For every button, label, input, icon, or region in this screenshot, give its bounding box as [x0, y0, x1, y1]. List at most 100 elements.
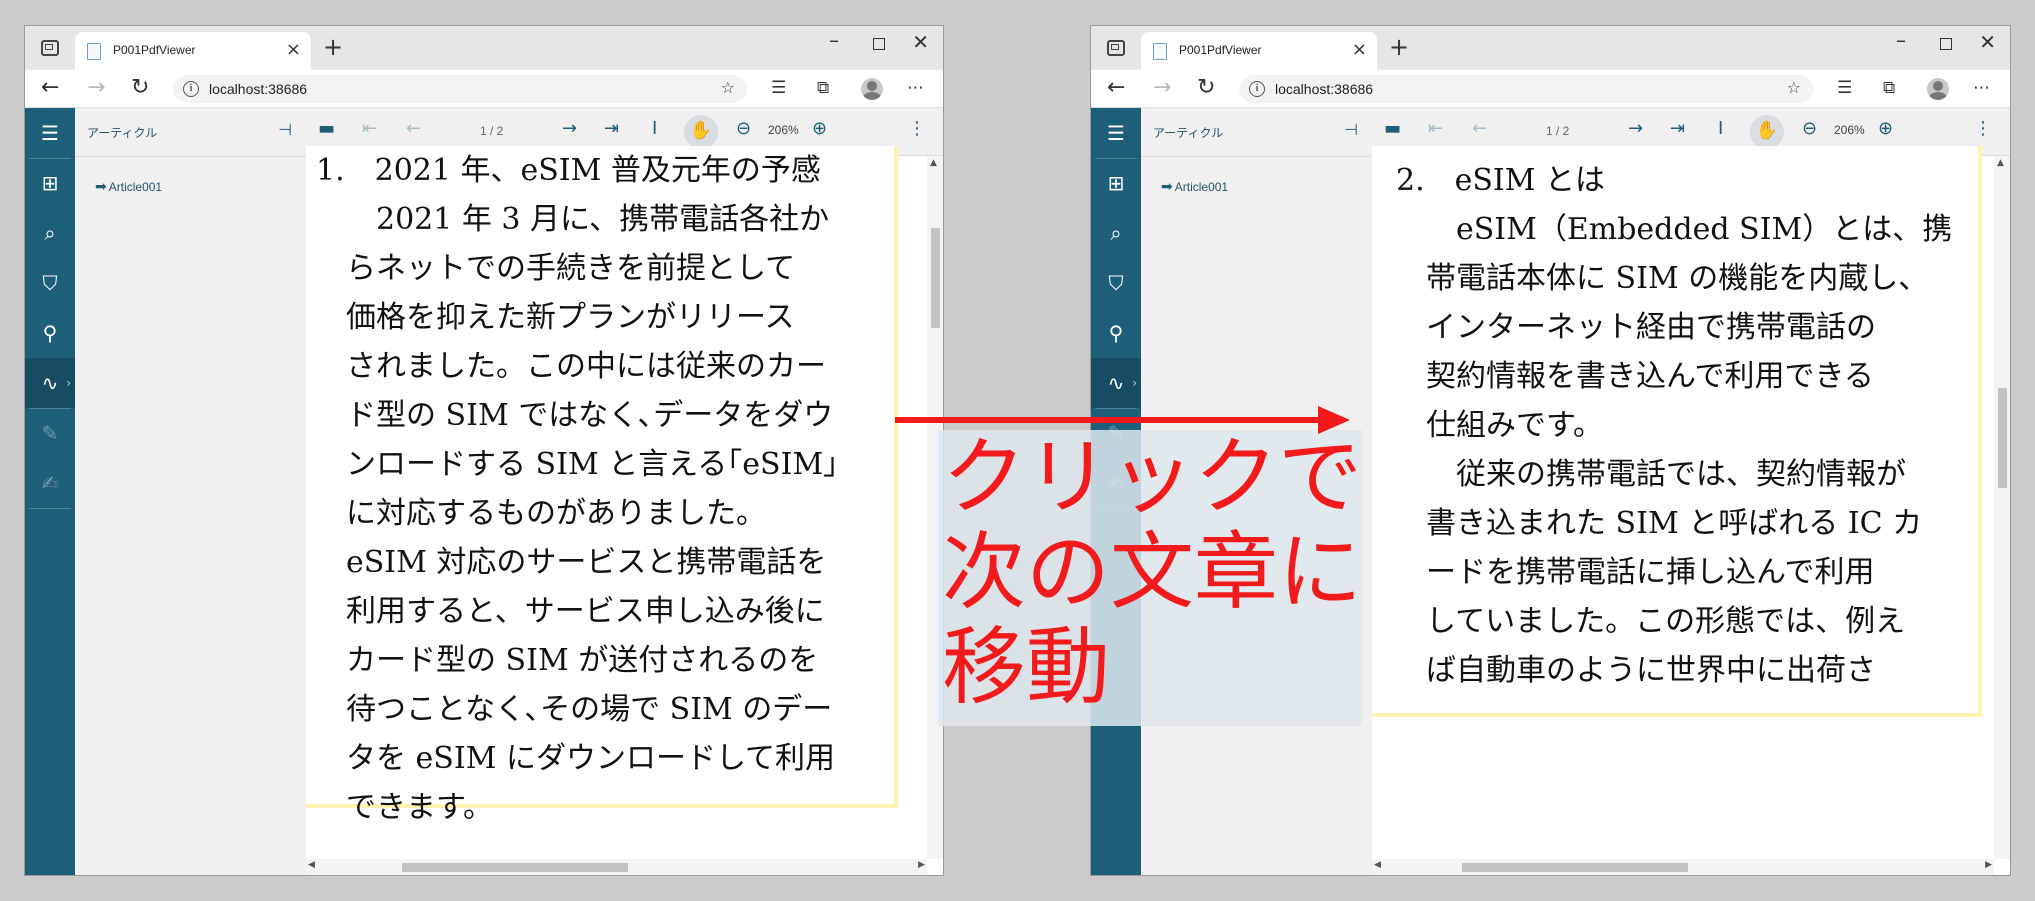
- annotation-callout: クリックで 次の文章に 移動: [942, 430, 1362, 715]
- document-area[interactable]: 2. eSIM とは eSIM（Embedded SIM）とは、携 帯電話本体に…: [1372, 146, 2010, 875]
- more-options-icon[interactable]: ⋮: [908, 118, 926, 139]
- tab-close-icon[interactable]: ×: [286, 39, 301, 60]
- more-menu-icon[interactable]: ⋯: [1973, 78, 1990, 98]
- collections-icon[interactable]: ⧉: [1883, 78, 1895, 98]
- pin-panel-icon[interactable]: ⊣: [1344, 120, 1358, 139]
- zoom-in-icon[interactable]: ⊕: [1878, 118, 1893, 139]
- search-icon[interactable]: ⌕: [25, 208, 75, 258]
- maximize-button[interactable]: [1940, 38, 1952, 50]
- article-item[interactable]: ➡ Article001: [95, 178, 162, 195]
- article-line: eSIM 対応のサービスと携帯電話を: [346, 545, 827, 580]
- article-thread-icon[interactable]: ∿ ›: [1091, 358, 1141, 408]
- profile-avatar[interactable]: [861, 78, 883, 100]
- collections-icon[interactable]: ⧉: [817, 78, 829, 98]
- url-field[interactable]: i localhost:38686 ☆: [1239, 75, 1813, 103]
- article-line: タを eSIM にダウンロードして利用: [346, 741, 836, 776]
- horizontal-scrollbar[interactable]: ◀ ▶: [306, 859, 927, 875]
- search-icon[interactable]: ⌕: [1091, 208, 1141, 258]
- favorites-icon[interactable]: ☰: [1837, 78, 1852, 98]
- zoom-out-icon[interactable]: ⊖: [1802, 118, 1817, 139]
- first-page-icon[interactable]: ⇤: [1428, 118, 1443, 139]
- thumbnails-icon[interactable]: ⊞: [1091, 158, 1141, 208]
- horizontal-scrollbar[interactable]: ◀ ▶: [1372, 859, 1994, 875]
- vertical-scrollbar[interactable]: ▲: [1994, 156, 2010, 859]
- zoom-out-icon[interactable]: ⊖: [736, 118, 751, 139]
- pencil-icon[interactable]: ✎: [25, 408, 75, 458]
- back-button[interactable]: ←: [1107, 74, 1125, 102]
- article-line: 利用すると、サービス申し込み後に: [346, 594, 825, 629]
- article-line: 帯電話本体に SIM の機能を内蔵し、: [1426, 261, 1929, 296]
- panel-title: アーティクル: [1153, 126, 1224, 140]
- pin-panel-icon[interactable]: ⊣: [278, 120, 292, 139]
- page-indicator[interactable]: 1 / 2: [480, 124, 503, 138]
- site-info-icon[interactable]: i: [183, 81, 199, 97]
- browser-tab[interactable]: P001PdfViewer ×: [1141, 32, 1377, 70]
- new-tab-button[interactable]: +: [323, 32, 343, 62]
- zoom-level[interactable]: 206%: [1834, 123, 1865, 137]
- new-tab-button[interactable]: +: [1389, 32, 1409, 62]
- window-close-button[interactable]: ✕: [1979, 30, 1996, 54]
- article-line: 契約情報を書き込んで利用できる: [1426, 359, 1874, 394]
- hand-tool-icon[interactable]: ✋: [1750, 115, 1784, 149]
- first-page-icon[interactable]: ⇤: [362, 118, 377, 139]
- url-field[interactable]: i localhost:38686 ☆: [173, 75, 747, 103]
- forward-button[interactable]: →: [87, 74, 105, 102]
- article-line: に対応するものがありました。: [346, 496, 766, 531]
- refresh-button[interactable]: ↻: [131, 74, 149, 102]
- article-line: できます。: [346, 790, 493, 825]
- forward-button[interactable]: →: [1153, 74, 1171, 102]
- edit-note-icon[interactable]: ✍: [25, 458, 75, 508]
- add-favorite-icon[interactable]: ☆: [1787, 78, 1801, 97]
- article-line: 書き込まれた SIM と呼ばれる IC カ: [1426, 506, 1923, 541]
- last-page-icon[interactable]: ⇥: [604, 118, 619, 139]
- article-line: 1. 2021 年、eSIM 普及元年の予感: [316, 153, 821, 188]
- zoom-in-icon[interactable]: ⊕: [812, 118, 827, 139]
- maximize-button[interactable]: [873, 38, 885, 50]
- window-close-button[interactable]: ✕: [912, 30, 929, 54]
- add-favorite-icon[interactable]: ☆: [721, 78, 735, 97]
- hand-tool-icon[interactable]: ✋: [684, 115, 718, 149]
- callout-line: 次の文章に: [942, 523, 1363, 621]
- attachment-icon[interactable]: ⚲: [1091, 308, 1141, 358]
- site-info-icon[interactable]: i: [1249, 81, 1265, 97]
- callout-line: 移動: [942, 618, 1111, 716]
- next-page-icon[interactable]: →: [1628, 118, 1643, 139]
- menu-icon[interactable]: ☰: [25, 108, 75, 158]
- browser-tab[interactable]: P001PdfViewer ×: [75, 32, 311, 70]
- article-line: 従来の携帯電話では、契約情報が: [1426, 457, 1906, 492]
- refresh-button[interactable]: ↻: [1197, 74, 1215, 102]
- tab-strip: P001PdfViewer × + – ✕: [25, 26, 943, 70]
- minimize-button[interactable]: –: [1896, 28, 1906, 52]
- minimize-button[interactable]: –: [829, 28, 839, 52]
- article-thread-icon[interactable]: ∿ ›: [25, 358, 75, 408]
- article-line: ードを携帯電話に挿し込んで利用: [1426, 555, 1875, 590]
- prev-page-icon[interactable]: ←: [1472, 118, 1487, 139]
- favorites-icon[interactable]: ☰: [771, 78, 786, 98]
- prev-page-icon[interactable]: ←: [406, 118, 421, 139]
- attachment-icon[interactable]: ⚲: [25, 308, 75, 358]
- more-options-icon[interactable]: ⋮: [1974, 118, 1992, 139]
- open-file-icon[interactable]: ▬: [1384, 118, 1401, 139]
- article-line: ば自動車のように世界中に出荷さ: [1426, 653, 1876, 688]
- tab-actions-icon[interactable]: [41, 40, 59, 56]
- more-menu-icon[interactable]: ⋯: [907, 78, 924, 98]
- bookmark-icon[interactable]: ⛉: [25, 258, 75, 308]
- last-page-icon[interactable]: ⇥: [1670, 118, 1685, 139]
- tab-close-icon[interactable]: ×: [1352, 39, 1367, 60]
- page-indicator[interactable]: 1 / 2: [1546, 124, 1569, 138]
- article-line: インターネット経由で携帯電話の: [1426, 310, 1876, 345]
- back-button[interactable]: ←: [41, 74, 59, 102]
- text-select-icon[interactable]: I: [652, 118, 657, 139]
- bookmark-icon[interactable]: ⛉: [1091, 258, 1141, 308]
- pdf-page: 1. 2021 年、eSIM 普及元年の予感 2021 年 3 月に、携帯電話各…: [306, 146, 898, 825]
- open-file-icon[interactable]: ▬: [318, 118, 335, 139]
- article-item[interactable]: ➡ Article001: [1161, 178, 1228, 195]
- zoom-level[interactable]: 206%: [768, 123, 799, 137]
- document-area[interactable]: 1. 2021 年、eSIM 普及元年の予感 2021 年 3 月に、携帯電話各…: [306, 146, 943, 875]
- next-page-icon[interactable]: →: [562, 118, 577, 139]
- thumbnails-icon[interactable]: ⊞: [25, 158, 75, 208]
- profile-avatar[interactable]: [1927, 78, 1949, 100]
- menu-icon[interactable]: ☰: [1091, 108, 1141, 158]
- tab-actions-icon[interactable]: [1107, 40, 1125, 56]
- text-select-icon[interactable]: I: [1718, 118, 1723, 139]
